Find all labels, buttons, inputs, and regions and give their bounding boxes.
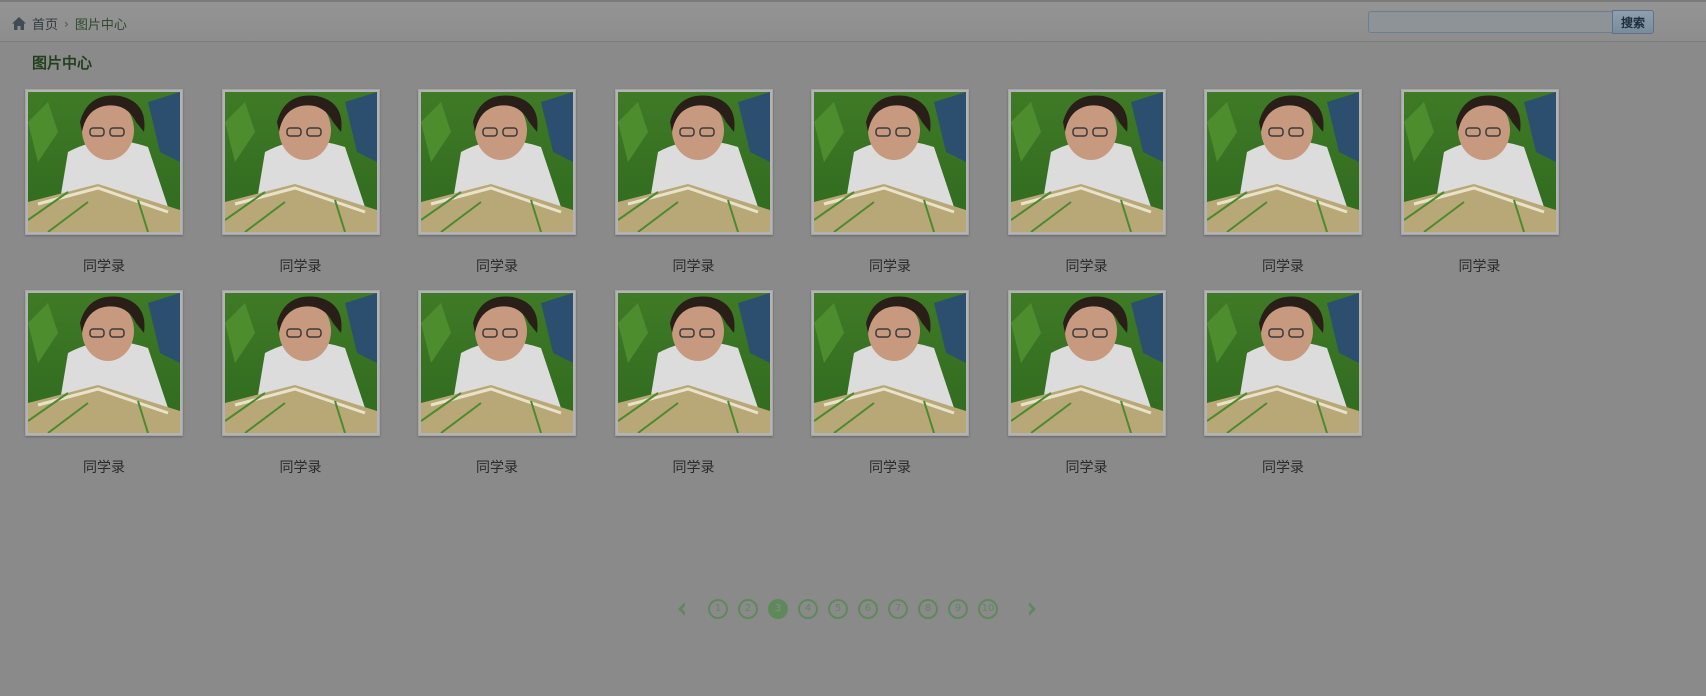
gallery-item[interactable]: 同学录 [1204,89,1366,279]
gallery-image[interactable] [1400,89,1559,235]
gallery-item[interactable]: 同学录 [1007,89,1170,279]
gallery-item[interactable]: 同学录 [221,290,384,480]
gallery-caption[interactable]: 同学录 [25,256,183,276]
gallery-item[interactable]: 同学录 [221,89,384,279]
home-icon[interactable] [12,17,26,30]
page-numbers: 1 2 3 4 5 6 7 8 9 10 [708,599,1008,619]
gallery-caption[interactable]: 同学录 [222,457,380,477]
gallery-item[interactable]: 同学录 [418,290,580,480]
breadcrumb-current: 图片中心 [74,18,127,33]
gallery-item[interactable]: 同学录 [614,290,777,480]
breadcrumb: 首页 › 图片中心 [12,14,127,33]
section-title: 图片中心 [32,54,93,72]
gallery-caption[interactable]: 同学录 [1401,256,1559,276]
gallery-caption[interactable]: 同学录 [811,457,969,477]
gallery-caption[interactable]: 同学录 [1008,256,1166,276]
chevron-left-icon[interactable] [676,601,688,617]
page-3-button[interactable]: 3 [768,599,788,619]
gallery-item[interactable]: 同学录 [811,89,973,279]
gallery-item[interactable]: 同学录 [25,89,187,279]
search-button[interactable]: 搜索 [1612,10,1654,34]
gallery-image[interactable] [25,89,183,235]
pagination: 1 2 3 4 5 6 7 8 9 10 [676,598,1038,620]
gallery-item[interactable]: 同学录 [25,290,187,480]
gallery-caption[interactable]: 同学录 [1204,457,1362,477]
gallery-image[interactable] [811,290,969,436]
gallery-caption[interactable]: 同学录 [418,457,576,477]
page-6-button[interactable]: 6 [858,599,878,619]
search-box: 搜索 [1368,10,1654,34]
page-5-button[interactable]: 5 [828,599,848,619]
gallery-item[interactable]: 同学录 [418,89,580,279]
breadcrumb-separator: › [64,16,69,31]
gallery-image[interactable] [1007,89,1166,235]
page-8-button[interactable]: 8 [918,599,938,619]
breadcrumb-home-link[interactable]: 首页 [32,14,58,33]
gallery-image[interactable] [221,89,380,235]
page-7-button[interactable]: 7 [888,599,908,619]
gallery-image[interactable] [25,290,183,436]
page-4-button[interactable]: 4 [798,599,818,619]
gallery-caption[interactable]: 同学录 [1204,256,1362,276]
gallery-image[interactable] [418,290,576,436]
gallery-caption[interactable]: 同学录 [418,256,576,276]
gallery-caption[interactable]: 同学录 [615,256,773,276]
gallery-item[interactable]: 同学录 [614,89,777,279]
gallery-image[interactable] [221,290,380,436]
gallery-item[interactable]: 同学录 [1204,290,1366,480]
gallery-image[interactable] [811,89,969,235]
gallery-image[interactable] [614,89,773,235]
page-2-button[interactable]: 2 [738,599,758,619]
page-10-button[interactable]: 10 [978,599,998,619]
gallery-item[interactable]: 同学录 [1007,290,1170,480]
gallery-caption[interactable]: 同学录 [811,256,969,276]
search-input[interactable] [1368,11,1612,33]
gallery-image[interactable] [1007,290,1166,436]
gallery-item[interactable]: 同学录 [1400,89,1563,279]
page-1-button[interactable]: 1 [708,599,728,619]
gallery-caption[interactable]: 同学录 [222,256,380,276]
chevron-right-icon[interactable] [1026,601,1038,617]
top-bar: 首页 › 图片中心 搜索 [0,0,1706,42]
gallery-caption[interactable]: 同学录 [615,457,773,477]
gallery-caption[interactable]: 同学录 [1008,457,1166,477]
gallery-image[interactable] [1204,89,1362,235]
gallery-image[interactable] [614,290,773,436]
gallery-image[interactable] [1204,290,1362,436]
gallery-caption[interactable]: 同学录 [25,457,183,477]
gallery-item[interactable]: 同学录 [811,290,973,480]
gallery-image[interactable] [418,89,576,235]
page-9-button[interactable]: 9 [948,599,968,619]
